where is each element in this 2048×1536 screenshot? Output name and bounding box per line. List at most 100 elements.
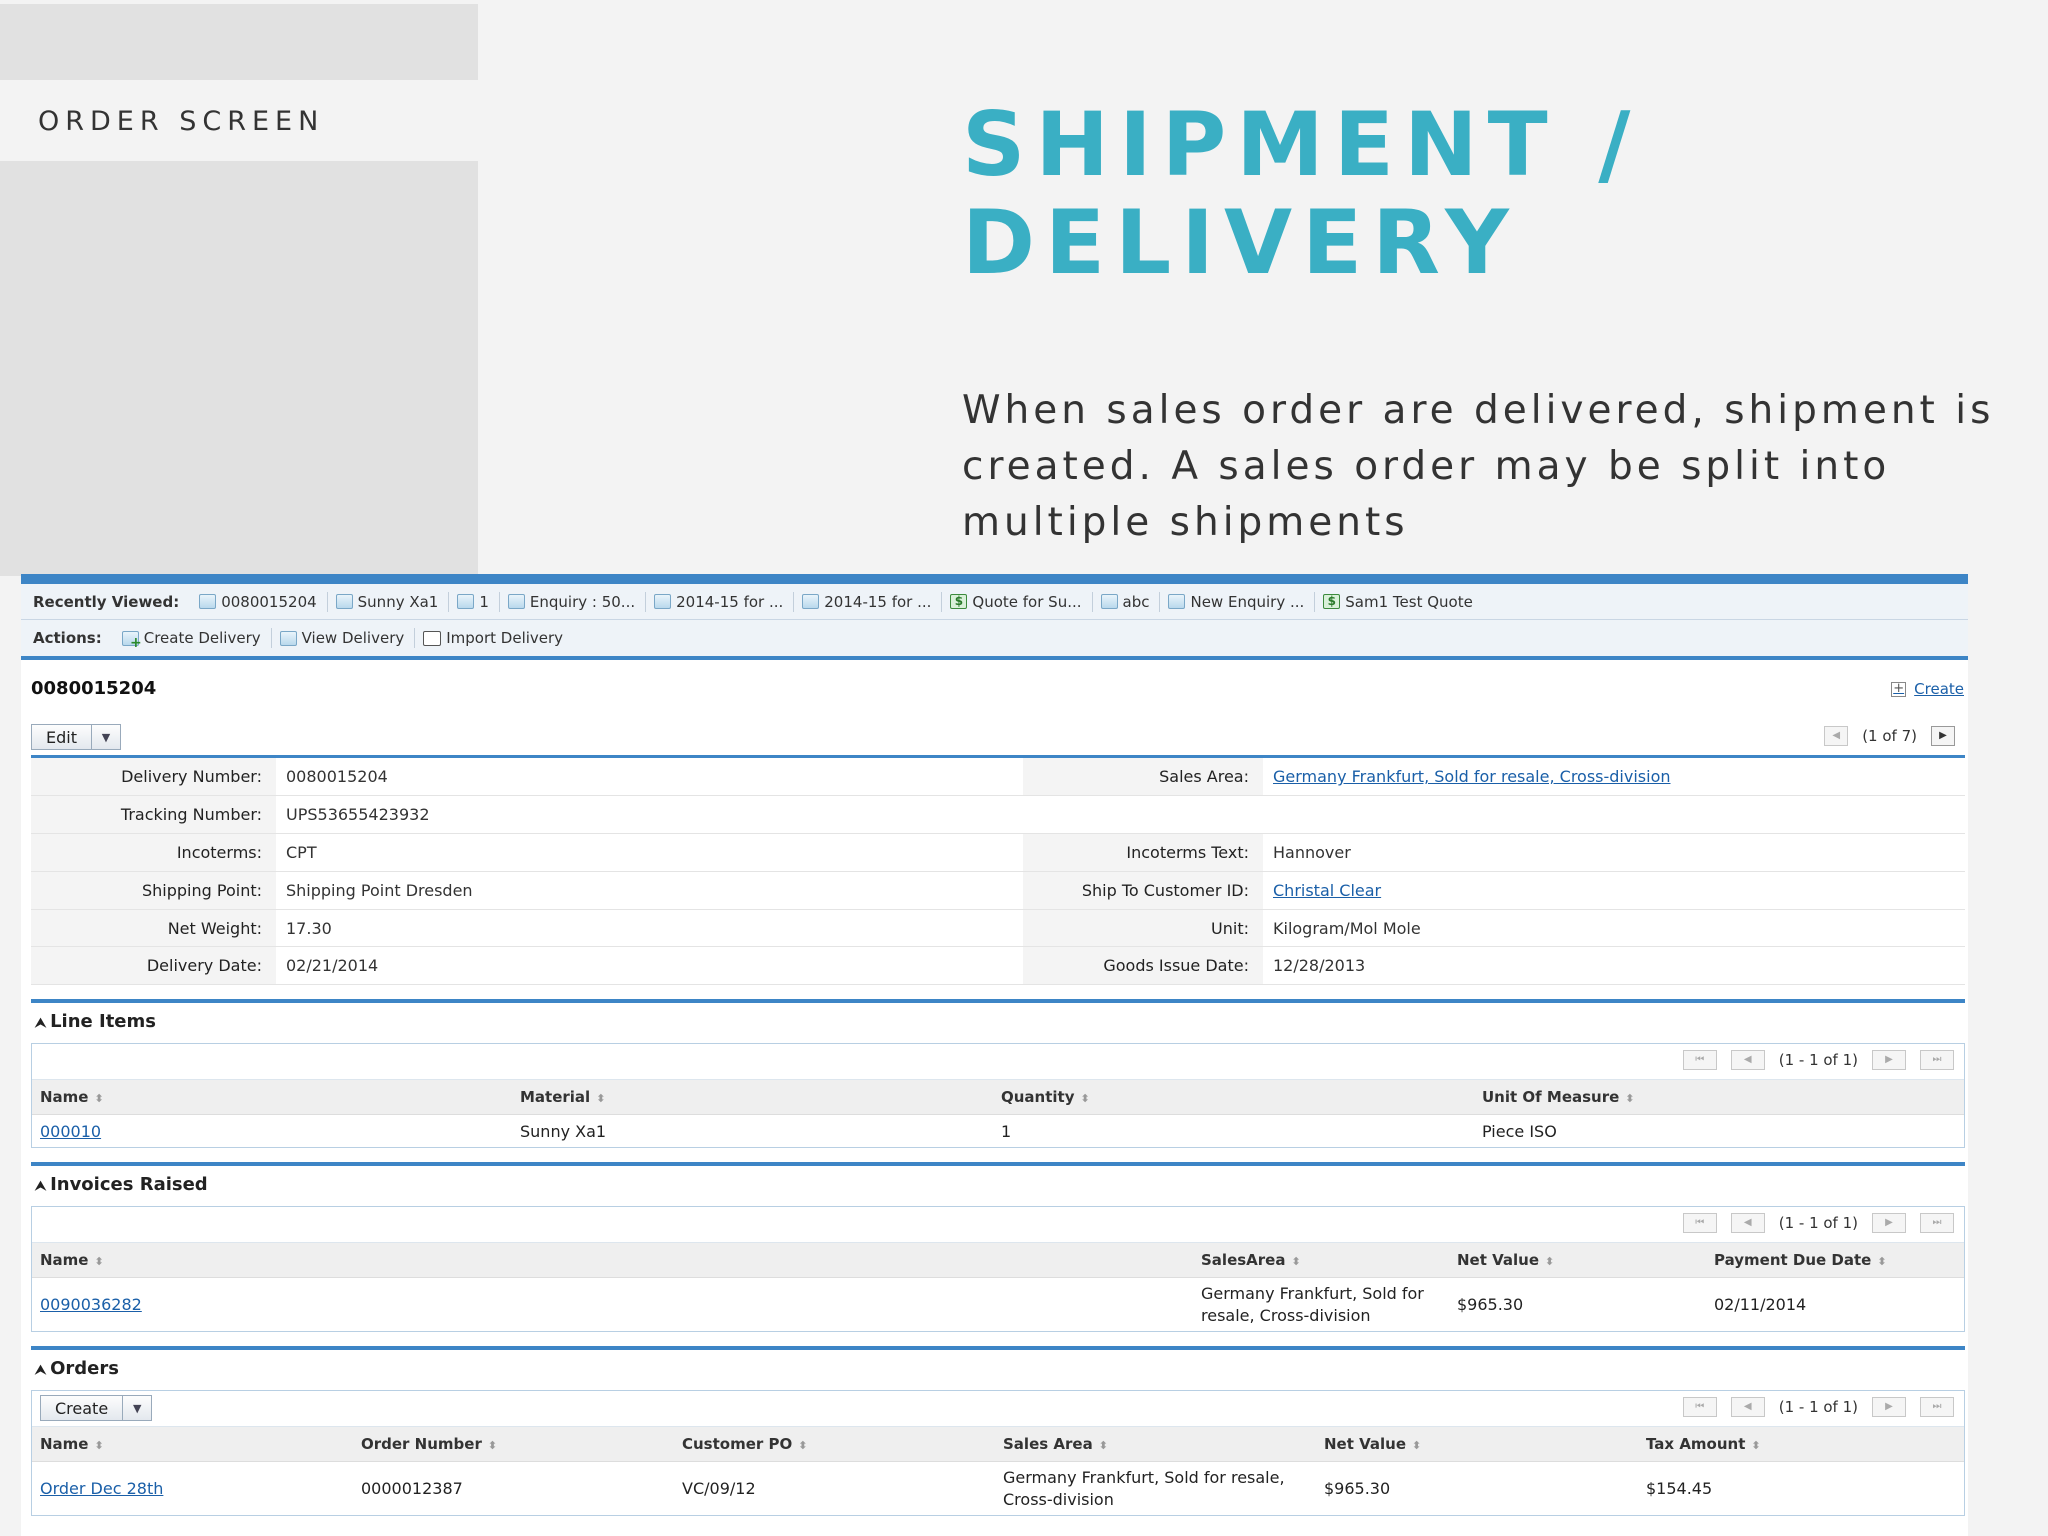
invoices-pager: ⏮ ◀ (1 - 1 of 1) ▶ ⏭ <box>32 1207 1964 1244</box>
previous-record-button[interactable]: ◀ <box>1824 726 1849 746</box>
column-header-payment-due-date[interactable]: Payment Due Date ⬍ <box>1706 1243 1964 1278</box>
plus-icon: + <box>1891 681 1907 697</box>
left-panel-top <box>0 4 478 80</box>
create-delivery-action[interactable]: Create Delivery <box>114 628 272 651</box>
document-icon <box>199 594 217 609</box>
sort-icon: ⬍ <box>1545 1255 1555 1269</box>
sort-icon: ⬍ <box>1291 1255 1301 1269</box>
import-icon <box>423 630 442 646</box>
column-header-sales-area[interactable]: Sales Area ⬍ <box>995 1427 1316 1462</box>
import-delivery-action[interactable]: Import Delivery <box>415 628 573 648</box>
recent-item[interactable]: 0080015204 <box>191 591 328 612</box>
create-order-button[interactable]: Create ▼ <box>40 1395 153 1422</box>
recent-item[interactable]: 2014-15 for ... <box>646 591 795 612</box>
first-page-button[interactable]: ⏮ <box>1682 1397 1717 1418</box>
document-icon <box>654 594 672 609</box>
next-page-button[interactable]: ▶ <box>1872 1397 1906 1418</box>
recent-item[interactable]: Sunny Xa1 <box>328 591 450 612</box>
first-page-button[interactable]: ⏮ <box>1682 1050 1717 1071</box>
last-page-button[interactable]: ⏭ <box>1920 1050 1954 1071</box>
document-icon <box>802 594 820 609</box>
previous-page-button[interactable]: ◀ <box>1730 1213 1765 1234</box>
line-items-section-header[interactable]: ⮝ Line Items <box>31 999 1965 1043</box>
column-header-material[interactable]: Material ⬍ <box>512 1080 993 1115</box>
delivery-details: Delivery Number: 0080015204 Sales Area: … <box>31 758 1965 986</box>
order-link[interactable]: Order Dec 28th <box>40 1479 163 1498</box>
sort-icon: ⬍ <box>1080 1092 1090 1106</box>
sort-icon: ⬍ <box>1877 1255 1887 1269</box>
sort-icon: ⬍ <box>1751 1439 1761 1453</box>
orders-section-header[interactable]: ⮝ Orders <box>31 1346 1965 1390</box>
document-icon <box>1168 594 1186 609</box>
column-header-name[interactable]: Name ⬍ <box>32 1080 512 1115</box>
sort-icon: ⬍ <box>1098 1439 1108 1453</box>
invoice-link[interactable]: 0090036282 <box>40 1295 142 1314</box>
table-row: Order Dec 28th 0000012387 VC/09/12 Germa… <box>40 1467 1713 1509</box>
collapse-icon: ⮝ <box>35 1179 47 1195</box>
column-header-sales-area[interactable]: SalesArea ⬍ <box>1193 1243 1449 1278</box>
ship-to-customer-link[interactable]: Christal Clear <box>1273 881 1381 900</box>
orders-toolbar: Create ▼ ⏮ ◀ (1 - 1 of 1) ▶ ⏭ <box>32 1391 1964 1428</box>
line-items-pager: ⏮ ◀ (1 - 1 of 1) ▶ ⏭ <box>32 1044 1964 1081</box>
next-record-button[interactable]: ▶ <box>1931 726 1955 746</box>
sales-area-link[interactable]: Germany Frankfurt, Sold for resale, Cros… <box>1273 767 1671 786</box>
sort-icon: ⬍ <box>798 1439 808 1453</box>
column-header-unit-of-measure[interactable]: Unit Of Measure ⬍ <box>1474 1080 1964 1115</box>
recently-viewed-bar: Recently Viewed: 0080015204 Sunny Xa1 1 … <box>21 584 1968 620</box>
create-link[interactable]: + Create <box>1891 680 1964 698</box>
recent-item[interactable]: 1 <box>449 591 500 612</box>
detail-row: Net Weight: 17.30 Unit: Kilogram/Mol Mol… <box>31 909 1965 948</box>
invoices-grid: ⏮ ◀ (1 - 1 of 1) ▶ ⏭ Name ⬍ SalesArea ⬍ Ne… <box>31 1206 1965 1333</box>
column-header-name[interactable]: Name ⬍ <box>32 1427 353 1462</box>
recent-item[interactable]: Enquiry : 50... <box>500 591 647 612</box>
line-item-link[interactable]: 000010 <box>40 1122 101 1141</box>
chevron-down-icon[interactable]: ▼ <box>92 731 120 744</box>
column-header-net-value[interactable]: Net Value ⬍ <box>1449 1243 1706 1278</box>
sort-icon: ⬍ <box>1625 1092 1635 1106</box>
chevron-down-icon[interactable]: ▼ <box>123 1402 151 1415</box>
sort-icon: ⬍ <box>596 1092 606 1106</box>
detail-row: Delivery Date: 02/21/2014 Goods Issue Da… <box>31 946 1965 986</box>
next-page-button[interactable]: ▶ <box>1872 1050 1906 1071</box>
record-title: 0080015204 <box>31 678 157 699</box>
view-delivery-action[interactable]: View Delivery <box>272 628 416 648</box>
record-header: 0080015204 + Create <box>21 660 1968 718</box>
sort-icon: ⬍ <box>94 1255 104 1269</box>
document-icon <box>279 630 297 646</box>
recent-item[interactable]: New Enquiry ... <box>1160 591 1316 612</box>
invoices-section-header[interactable]: ⮝ Invoices Raised <box>31 1162 1965 1206</box>
sort-icon: ⬍ <box>94 1439 104 1453</box>
column-header-customer-po[interactable]: Customer PO ⬍ <box>674 1427 995 1462</box>
left-panel-bottom <box>0 161 478 576</box>
first-page-button[interactable]: ⏮ <box>1682 1213 1717 1234</box>
previous-page-button[interactable]: ◀ <box>1730 1397 1765 1418</box>
slide-title: SHIPMENT / DELIVERY <box>962 93 1641 294</box>
recent-item[interactable]: 2014-15 for ... <box>794 591 943 612</box>
detail-row: Shipping Point: Shipping Point Dresden S… <box>31 871 1965 910</box>
orders-grid: Create ▼ ⏮ ◀ (1 - 1 of 1) ▶ ⏭ Name ⬍ Orde… <box>31 1390 1965 1517</box>
detail-row: Delivery Number: 0080015204 Sales Area: … <box>31 758 1965 797</box>
record-pager: ◀ (1 of 7) ▶ <box>1824 726 1955 746</box>
collapse-icon: ⮝ <box>35 1016 47 1032</box>
recent-item[interactable]: $ Quote for Su... <box>942 591 1093 612</box>
sort-icon: ⬍ <box>487 1439 498 1453</box>
column-header-net-value[interactable]: Net Value ⬍ <box>1316 1427 1638 1462</box>
quote-icon: $ <box>950 594 968 609</box>
table-row: 000010 Sunny Xa1 1 Piece ISO <box>40 1121 1557 1141</box>
last-page-button[interactable]: ⏭ <box>1920 1213 1954 1234</box>
recent-item[interactable]: $ Sam1 Test Quote <box>1315 592 1483 612</box>
column-header-name[interactable]: Name ⬍ <box>32 1243 1193 1278</box>
previous-page-button[interactable]: ◀ <box>1730 1050 1765 1071</box>
document-icon <box>507 594 525 609</box>
next-page-button[interactable]: ▶ <box>1872 1213 1906 1234</box>
record-toolbar: Edit ▼ ◀ (1 of 7) ▶ <box>31 718 1965 758</box>
document-icon <box>457 594 475 609</box>
edit-button[interactable]: Edit ▼ <box>31 724 121 750</box>
recent-item[interactable]: abc <box>1093 591 1161 612</box>
column-header-quantity[interactable]: Quantity ⬍ <box>993 1080 1474 1115</box>
column-header-tax-amount[interactable]: Tax Amount ⬍ <box>1638 1427 1964 1462</box>
document-icon <box>1100 594 1118 609</box>
detail-row: Tracking Number: UPS53655423932 <box>31 795 1965 835</box>
last-page-button[interactable]: ⏭ <box>1920 1397 1954 1418</box>
column-header-order-number[interactable]: Order Number ⬍ <box>353 1427 674 1462</box>
